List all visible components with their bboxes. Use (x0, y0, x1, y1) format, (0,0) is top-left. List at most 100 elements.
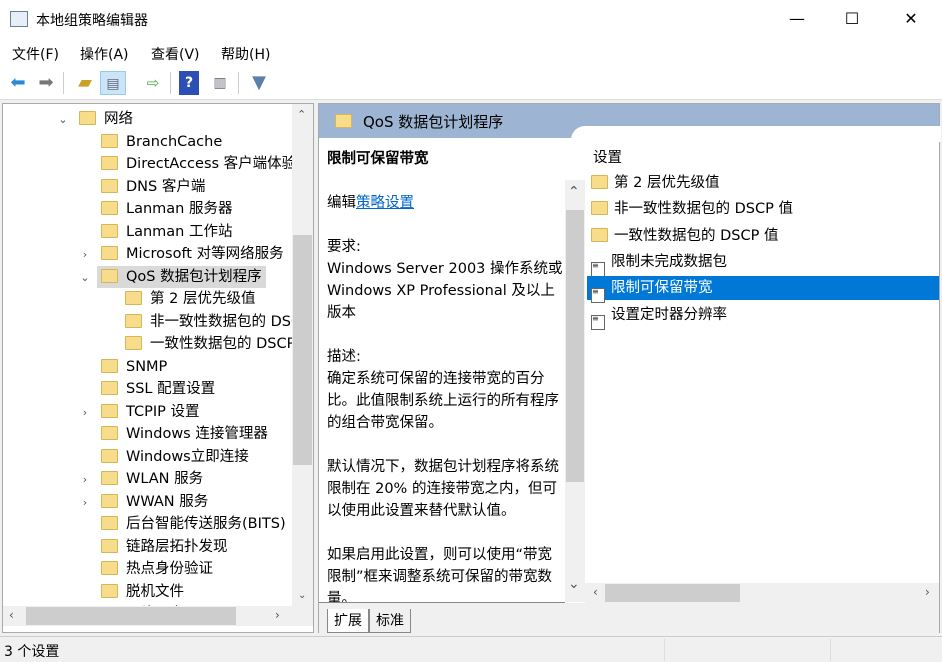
tree-item[interactable]: 热点身份验证 (97, 558, 217, 580)
settings-list-item[interactable]: 第 2 层优先级值 (587, 171, 939, 195)
tree-item[interactable]: WWAN 服务 (97, 491, 212, 513)
tree-item[interactable]: 第 2 层优先级值 (121, 288, 259, 310)
expand-chevron-icon[interactable]: › (79, 406, 91, 419)
folder-icon (101, 358, 118, 373)
app-icon (10, 11, 28, 27)
folder-icon (101, 448, 118, 463)
tab-extended[interactable]: 扩展 (327, 609, 369, 633)
tree-item[interactable]: 脱机文件 (97, 581, 188, 603)
tree-item-label: WWAN 服务 (126, 493, 209, 510)
scroll-thumb[interactable] (566, 210, 584, 482)
tree-item[interactable]: Lanman 工作站 (97, 221, 236, 243)
edit-policy-link[interactable]: 策略设置 (356, 195, 414, 211)
settings-horizontal-scrollbar[interactable]: ‹ › (585, 583, 939, 603)
folder-icon (101, 561, 118, 575)
tree-item-label: DirectAccess 客户端体验 (126, 156, 297, 172)
tree-item[interactable]: SSL 配置设置 (97, 378, 219, 400)
tree-item[interactable]: WLAN 服务 (97, 468, 207, 490)
expand-chevron-icon[interactable]: › (79, 496, 91, 509)
status-bar: 3 个设置 (0, 636, 942, 662)
tree-item-label: 后台智能传送服务(BITS) (126, 516, 286, 532)
tree-item[interactable]: BranchCache (97, 131, 226, 153)
tree-item-label: BranchCache (126, 133, 223, 150)
tree-item[interactable]: 链路层拓扑发现 (97, 536, 232, 558)
tree-item[interactable]: Windows 连接管理器 (97, 423, 272, 445)
tree-item[interactable]: 非一致性数据包的 DSCP 值 (121, 311, 314, 333)
settings-item-label: 一致性数据包的 DSCP 值 (614, 227, 779, 244)
tree-item-label: SNMP (126, 358, 168, 375)
status-text: 3 个设置 (4, 644, 60, 660)
up-folder-icon[interactable]: ▰ (72, 71, 98, 95)
scroll-down-icon[interactable]: ⌄ (568, 576, 580, 592)
tree-item[interactable]: 一致性数据包的 DSCP 值 (121, 333, 313, 355)
filter-icon[interactable]: ▼ (246, 71, 272, 95)
description-text: 默认情况下，数据包计划程序将系统限制在 20% 的连接带宽之内，但可以使用此设置… (327, 459, 559, 519)
expand-chevron-icon[interactable]: › (79, 473, 91, 486)
collapse-chevron-icon[interactable]: ⌄ (57, 113, 69, 126)
tree-item[interactable]: Lanman 服务器 (97, 198, 236, 220)
settings-list-item[interactable]: ≡ 设置定时器分辨率 (587, 303, 939, 330)
folder-icon (101, 583, 118, 598)
settings-list-item[interactable]: ≡ 限制未完成数据包 (587, 250, 939, 277)
menu-file[interactable]: 文件(F) (12, 44, 59, 64)
export-list-icon[interactable]: ⇨ (140, 71, 166, 95)
tree-item-label: 非一致性数据包的 DSCP 值 (150, 313, 314, 330)
settings-list-item[interactable]: 非一致性数据包的 DSCP 值 (587, 197, 939, 221)
scroll-up-icon[interactable]: ⌃ (297, 108, 306, 121)
policy-setting-icon: ≡ (591, 288, 605, 304)
settings-list-item[interactable]: 一致性数据包的 DSCP 值 (587, 224, 939, 248)
menu-help[interactable]: 帮助(H) (221, 44, 270, 64)
policy-title: 限制可保留带宽 (327, 151, 429, 167)
maximize-button[interactable]: ☐ (829, 0, 875, 38)
tree-item[interactable]: TCPIP 设置 (97, 401, 204, 423)
scroll-up-icon[interactable]: ⌃ (568, 184, 580, 200)
tree-item[interactable]: Windows立即连接 (97, 446, 253, 468)
scroll-thumb[interactable] (26, 607, 236, 625)
menu-view[interactable]: 查看(V) (151, 44, 200, 64)
settings-list-item[interactable]: ≡ 限制可保留带宽 (587, 276, 939, 304)
description-scrollbar[interactable]: ⌃ ⌄ (565, 180, 585, 602)
menu-action[interactable]: 操作(A) (80, 44, 129, 64)
description-text: 确定系统可保留的连接带宽的百分比。此值限制系统上运行的所有程序的组合带宽保留。 (327, 371, 559, 431)
tree-item[interactable]: Microsoft 对等网络服务 (97, 243, 288, 265)
close-button[interactable]: ✕ (888, 0, 934, 38)
minimize-button[interactable]: — (774, 0, 820, 38)
scroll-left-icon[interactable]: ‹ (9, 608, 14, 622)
tree-item[interactable]: DNS 客户端 (97, 176, 209, 198)
tree-item-label: SSL 配置设置 (126, 381, 216, 397)
policy-setting-icon: ≡ (591, 314, 605, 330)
settings-item-label: 设置定时器分辨率 (611, 306, 727, 323)
tree-item-label: 脱机文件 (126, 583, 184, 600)
tree-item[interactable]: 网络 (75, 108, 137, 130)
scroll-down-icon[interactable]: ⌄ (298, 590, 306, 601)
tree-item[interactable]: DirectAccess 客户端体验 (97, 153, 300, 175)
folder-icon (125, 291, 142, 305)
folder-icon (125, 336, 142, 350)
tab-standard[interactable]: 标准 (369, 609, 411, 633)
tree-vertical-scrollbar[interactable]: ⌃ ⌄ (292, 104, 313, 606)
back-arrow-icon[interactable]: ⬅ (5, 71, 31, 95)
folder-icon (125, 313, 142, 328)
tree-item[interactable]: QoS 数据包计划程序 (97, 265, 266, 288)
tree-item-label: QoS 数据包计划程序 (126, 268, 262, 285)
scroll-right-icon[interactable]: › (925, 585, 930, 599)
expand-chevron-icon[interactable]: › (79, 248, 91, 261)
collapse-chevron-icon[interactable]: ⌄ (79, 271, 91, 284)
forward-arrow-icon[interactable]: ➡ (33, 71, 59, 95)
scroll-thumb[interactable] (293, 235, 312, 465)
console-tree-icon[interactable]: ▤ (100, 71, 126, 95)
help-icon[interactable]: ? (179, 71, 199, 95)
scroll-right-icon[interactable]: › (275, 608, 280, 622)
action-pane-icon[interactable]: ▥ (207, 71, 233, 95)
folder-icon (101, 516, 118, 530)
folder-icon (101, 381, 118, 395)
description-text: 如果启用此设置，则可以使用“带宽限制”框来调整系统可保留的带宽数量。 (327, 547, 553, 607)
tree-horizontal-scrollbar[interactable]: ‹ › (3, 606, 313, 626)
settings-item-label: 限制未完成数据包 (611, 253, 727, 270)
tree-item[interactable]: 后台智能传送服务(BITS) (97, 513, 290, 535)
scroll-thumb[interactable] (605, 584, 740, 602)
tree-item-label: 网络 (104, 111, 133, 127)
tree-item-label: DNS 客户端 (126, 178, 206, 195)
scroll-left-icon[interactable]: ‹ (593, 585, 598, 599)
tree-item[interactable]: SNMP (97, 356, 171, 378)
